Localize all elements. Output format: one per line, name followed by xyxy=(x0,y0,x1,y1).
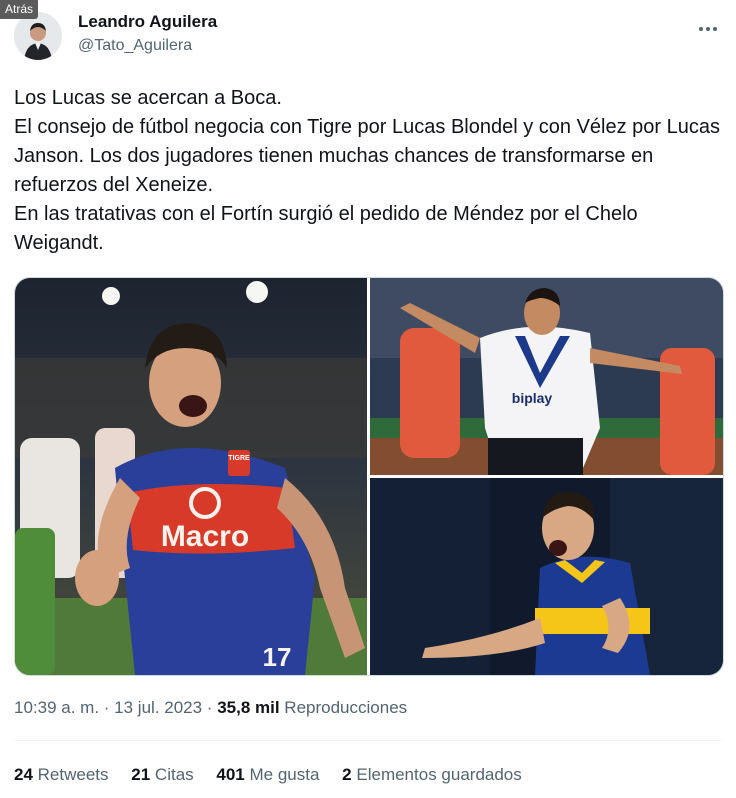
tweet-header: Leandro Aguilera @Tato_Aguilera xyxy=(14,12,722,60)
photo-player-velez[interactable]: biplay xyxy=(370,278,723,475)
views-count: 35,8 mil xyxy=(217,698,280,717)
tweet-meta: 10:39 a. m. · 13 jul. 2023 · 35,8 mil Re… xyxy=(14,698,407,718)
photo-player-tigre[interactable]: Macro TIGRE 17 xyxy=(15,278,367,675)
avatar[interactable] xyxy=(14,12,62,60)
tweet-text: Los Lucas se acercan a Boca. El consejo … xyxy=(14,84,726,258)
tweet-stats: 24 Retweets 21 Citas 401 Me gusta 2 Elem… xyxy=(14,765,540,785)
back-button[interactable]: Atrás xyxy=(0,0,39,19)
user-block[interactable]: Leandro Aguilera @Tato_Aguilera xyxy=(78,12,217,56)
stat-quotes[interactable]: 21 Citas xyxy=(131,765,193,785)
stat-retweets[interactable]: 24 Retweets xyxy=(14,765,109,785)
meta-separator: · xyxy=(202,698,218,717)
tweet-date[interactable]: 13 jul. 2023 xyxy=(114,698,202,717)
sponsor-text: Macro xyxy=(161,520,249,553)
shirt-number: 17 xyxy=(263,642,292,672)
tweet-time[interactable]: 10:39 a. m. xyxy=(14,698,99,717)
photo-player-boca[interactable] xyxy=(370,478,723,675)
tweet-line: Los Lucas se acercan a Boca. xyxy=(14,87,282,109)
views-label: Reproducciones xyxy=(284,698,408,717)
user-handle[interactable]: @Tato_Aguilera xyxy=(78,36,217,56)
more-options-icon[interactable] xyxy=(694,18,722,40)
tweet-line: El consejo de fútbol negocia con Tigre p… xyxy=(14,116,720,196)
meta-separator: · xyxy=(99,698,115,717)
stat-likes[interactable]: 401 Me gusta xyxy=(216,765,319,785)
stat-bookmarks[interactable]: 2 Elementos guardados xyxy=(342,765,522,785)
sponsor-text: biplay xyxy=(512,390,553,406)
badge-text: TIGRE xyxy=(228,455,250,462)
display-name[interactable]: Leandro Aguilera xyxy=(78,12,217,32)
divider xyxy=(14,740,722,741)
media-grid: Macro TIGRE 17 biplay xyxy=(14,277,724,676)
tweet-line: En las tratativas con el Fortín surgió e… xyxy=(14,203,638,254)
